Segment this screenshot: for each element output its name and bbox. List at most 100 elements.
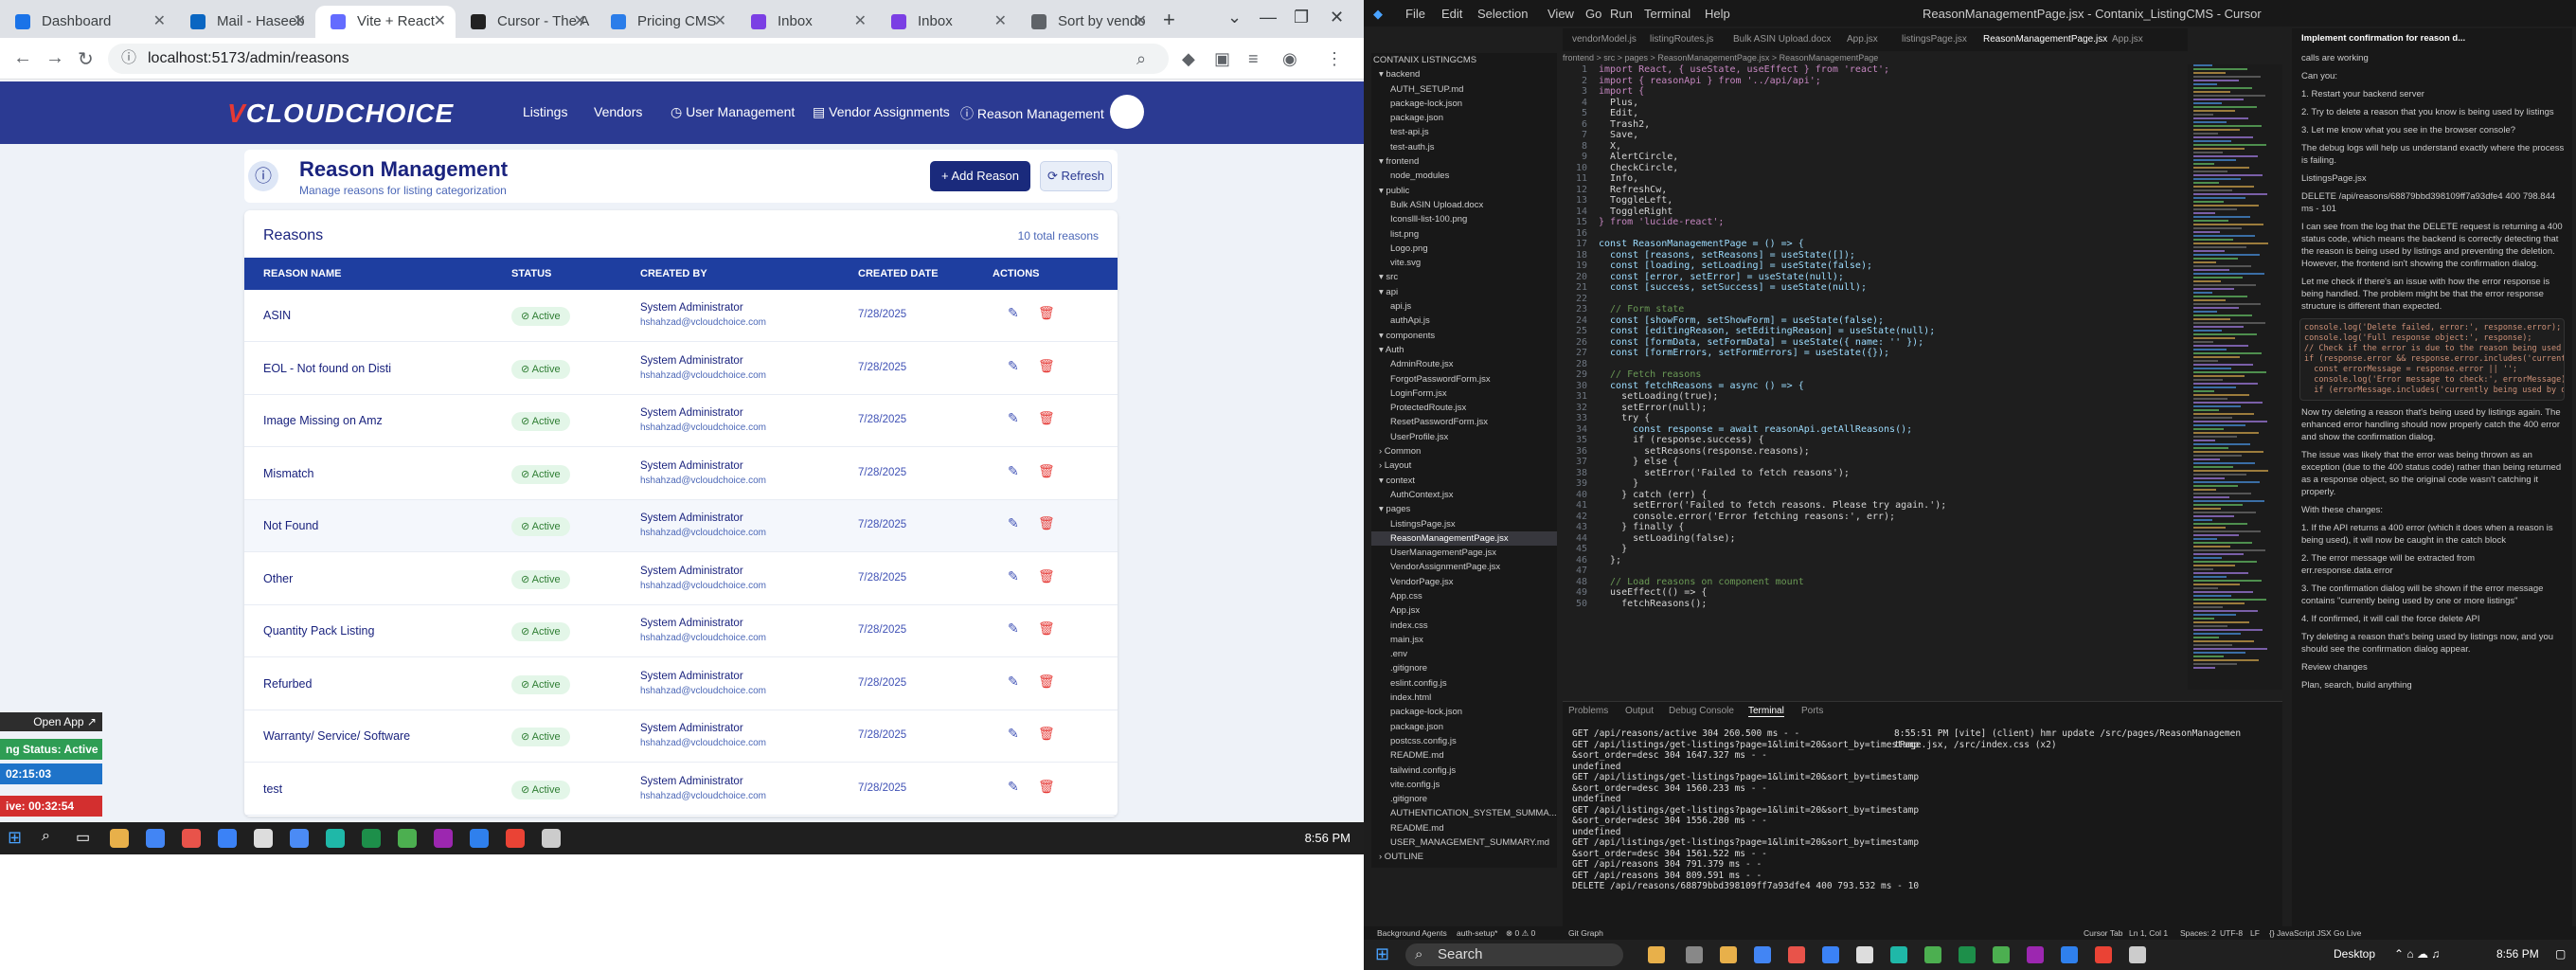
excel-icon[interactable] <box>362 829 381 848</box>
tab-cursor[interactable]: Cursor - The A ✕ <box>456 6 596 38</box>
nav-listings[interactable]: Listings <box>523 104 567 119</box>
explorer-folder[interactable]: ▾ pages <box>1371 502 1557 516</box>
open-app-button[interactable]: Open App ↗ <box>0 712 102 731</box>
explorer-file[interactable]: Bulk ASIN Upload.docx <box>1371 198 1557 212</box>
back-icon[interactable]: ← <box>13 47 32 69</box>
minimize-button[interactable]: — <box>1260 8 1277 27</box>
trash-icon[interactable]: 🗑 <box>1038 779 1055 795</box>
code-line[interactable]: 36 setReasons(response.reasons); <box>1563 446 2131 458</box>
explorer-file[interactable]: node_modules <box>1371 169 1557 183</box>
app-icon[interactable] <box>290 829 309 848</box>
explorer-file[interactable]: vite.config.js <box>1371 778 1557 792</box>
explorer-file[interactable]: VendorPage.jsx <box>1371 575 1557 589</box>
code-line[interactable]: 31 setLoading(true); <box>1563 391 2131 403</box>
forward-icon[interactable]: → <box>45 47 64 69</box>
app-icon[interactable] <box>182 829 201 848</box>
close-icon[interactable]: ✕ <box>294 6 306 38</box>
status-item[interactable]: LF <box>2250 928 2260 938</box>
status-item[interactable]: UTF-8 <box>2220 928 2243 938</box>
trash-icon[interactable]: 🗑 <box>1038 463 1055 479</box>
tab-sort-by-vendor[interactable]: Sort by vendo ✕ <box>1016 6 1156 38</box>
explorer-file[interactable]: Iconslll-list-100.png <box>1371 212 1557 226</box>
panel-tab-problems[interactable]: Problems <box>1568 706 1608 716</box>
editor-tab[interactable]: Bulk ASIN Upload.docx <box>1733 34 1831 45</box>
explorer-file[interactable]: list.png <box>1371 227 1557 242</box>
explorer-file[interactable]: vite.svg <box>1371 256 1557 270</box>
code-line[interactable]: 47 <box>1563 566 2131 577</box>
explorer-file[interactable]: ProtectedRoute.jsx <box>1371 401 1557 415</box>
explorer-file[interactable]: AUTH_SETUP.md <box>1371 82 1557 97</box>
explorer-file[interactable]: .gitignore <box>1371 792 1557 806</box>
explorer-file[interactable]: package-lock.json <box>1371 97 1557 111</box>
edit-icon[interactable]: ✎ <box>1008 726 1019 742</box>
app-icon[interactable] <box>1856 946 1873 963</box>
explorer-file[interactable]: App.jsx <box>1371 603 1557 618</box>
code-line[interactable]: 11 Info, <box>1563 173 2131 185</box>
search-icon[interactable]: ⌕ <box>42 828 50 845</box>
trash-icon[interactable]: 🗑 <box>1038 410 1055 426</box>
edit-icon[interactable]: ✎ <box>1008 779 1019 795</box>
code-line[interactable]: 40 } catch (err) { <box>1563 490 2131 501</box>
explorer-file[interactable]: AuthContext.jsx <box>1371 488 1557 502</box>
code-line[interactable]: 6 Trash2, <box>1563 119 2131 131</box>
code-line[interactable]: 45 } <box>1563 544 2131 555</box>
status-item[interactable]: {} JavaScript JSX <box>2269 928 2332 938</box>
code-editor[interactable]: 1 import React, { useState, useEffect } f… <box>1563 64 2131 690</box>
code-snippet[interactable]: console.log('Delete failed, error:', res… <box>2299 318 2565 401</box>
table-row[interactable]: Warranty/ Service/ Software ⊘ Active Syste… <box>244 710 1118 763</box>
status-item[interactable]: Cursor Tab <box>2084 928 2122 938</box>
explorer-file[interactable]: AUTHENTICATION_SYSTEM_SUMMA... <box>1371 806 1557 820</box>
explorer-file[interactable]: ForgotPasswordForm.jsx <box>1371 372 1557 386</box>
nav-reason-management[interactable]: ⓘ Reason Management <box>960 104 1104 123</box>
menu-go[interactable]: Go <box>1585 7 1601 21</box>
code-line[interactable]: 33 try { <box>1563 413 2131 424</box>
code-line[interactable]: 22 <box>1563 294 2131 305</box>
explorer-folder[interactable]: ▾ api <box>1371 285 1557 299</box>
close-icon[interactable]: ✕ <box>434 6 446 38</box>
status-item[interactable]: Ln 1, Col 1 <box>2129 928 2168 938</box>
status-item[interactable]: Spaces: 2 <box>2180 928 2216 938</box>
tab-inbox-2[interactable]: Inbox ✕ <box>876 6 1016 38</box>
explorer-file[interactable]: eslint.config.js <box>1371 676 1557 691</box>
menu-terminal[interactable]: Terminal <box>1644 7 1690 21</box>
app-icon[interactable] <box>398 829 417 848</box>
close-icon[interactable]: ✕ <box>153 6 166 38</box>
edit-icon[interactable]: ✎ <box>1008 515 1019 531</box>
windows-start-icon[interactable]: ⊞ <box>8 828 22 848</box>
code-line[interactable]: 4 Plus, <box>1563 98 2131 109</box>
code-line[interactable]: 37 } else { <box>1563 457 2131 468</box>
panel-tab-output[interactable]: Output <box>1625 706 1654 716</box>
avatar[interactable] <box>1110 95 1144 129</box>
code-line[interactable]: 12 RefreshCw, <box>1563 185 2131 196</box>
app-icon[interactable] <box>1822 946 1839 963</box>
code-line[interactable]: 21 const [success, setSuccess] = useStat… <box>1563 282 2131 294</box>
menu-icon[interactable]: ⋮ <box>1326 49 1343 69</box>
code-line[interactable]: 18 const [reasons, setReasons] = useStat… <box>1563 250 2131 261</box>
explorer-folder[interactable]: ▾ backend <box>1371 67 1557 81</box>
trash-icon[interactable]: 🗑 <box>1038 726 1055 742</box>
explorer-file[interactable]: .gitignore <box>1371 661 1557 675</box>
code-line[interactable]: 9 AlertCircle, <box>1563 152 2131 163</box>
editor-tab-active[interactable]: ReasonManagementPage.jsx <box>1983 34 2107 45</box>
app-icon[interactable] <box>1890 946 1907 963</box>
url-bar[interactable]: ⓘ localhost:5173/admin/reasons <box>108 44 1169 74</box>
explorer-file[interactable]: VendorAssignmentPage.jsx <box>1371 560 1557 574</box>
code-line[interactable]: 41 setError('Failed to fetch reasons. Pl… <box>1563 500 2131 512</box>
menu-edit[interactable]: Edit <box>1441 7 1462 21</box>
code-line[interactable]: 43 } finally { <box>1563 522 2131 533</box>
reload-icon[interactable]: ↻ <box>78 47 94 71</box>
trash-icon[interactable]: 🗑 <box>1038 674 1055 690</box>
explorer-file[interactable]: UserManagementPage.jsx <box>1371 546 1557 560</box>
code-line[interactable]: 28 <box>1563 359 2131 370</box>
app-icon[interactable] <box>218 829 237 848</box>
explorer-file[interactable]: main.jsx <box>1371 633 1557 647</box>
editor-tab[interactable]: listingRoutes.js <box>1650 34 1713 45</box>
explorer-folder[interactable]: › Common <box>1371 444 1557 458</box>
code-line[interactable]: 46 }; <box>1563 555 2131 566</box>
close-icon[interactable]: ✕ <box>994 6 1007 38</box>
desktop-label[interactable]: Desktop <box>2334 947 2375 961</box>
tab-vite-react[interactable]: Vite + React ✕ <box>315 6 456 38</box>
explorer-folder[interactable]: ▾ context <box>1371 474 1557 488</box>
maximize-button[interactable]: ❐ <box>1294 8 1309 27</box>
site-info-icon[interactable]: ⓘ <box>121 44 136 74</box>
